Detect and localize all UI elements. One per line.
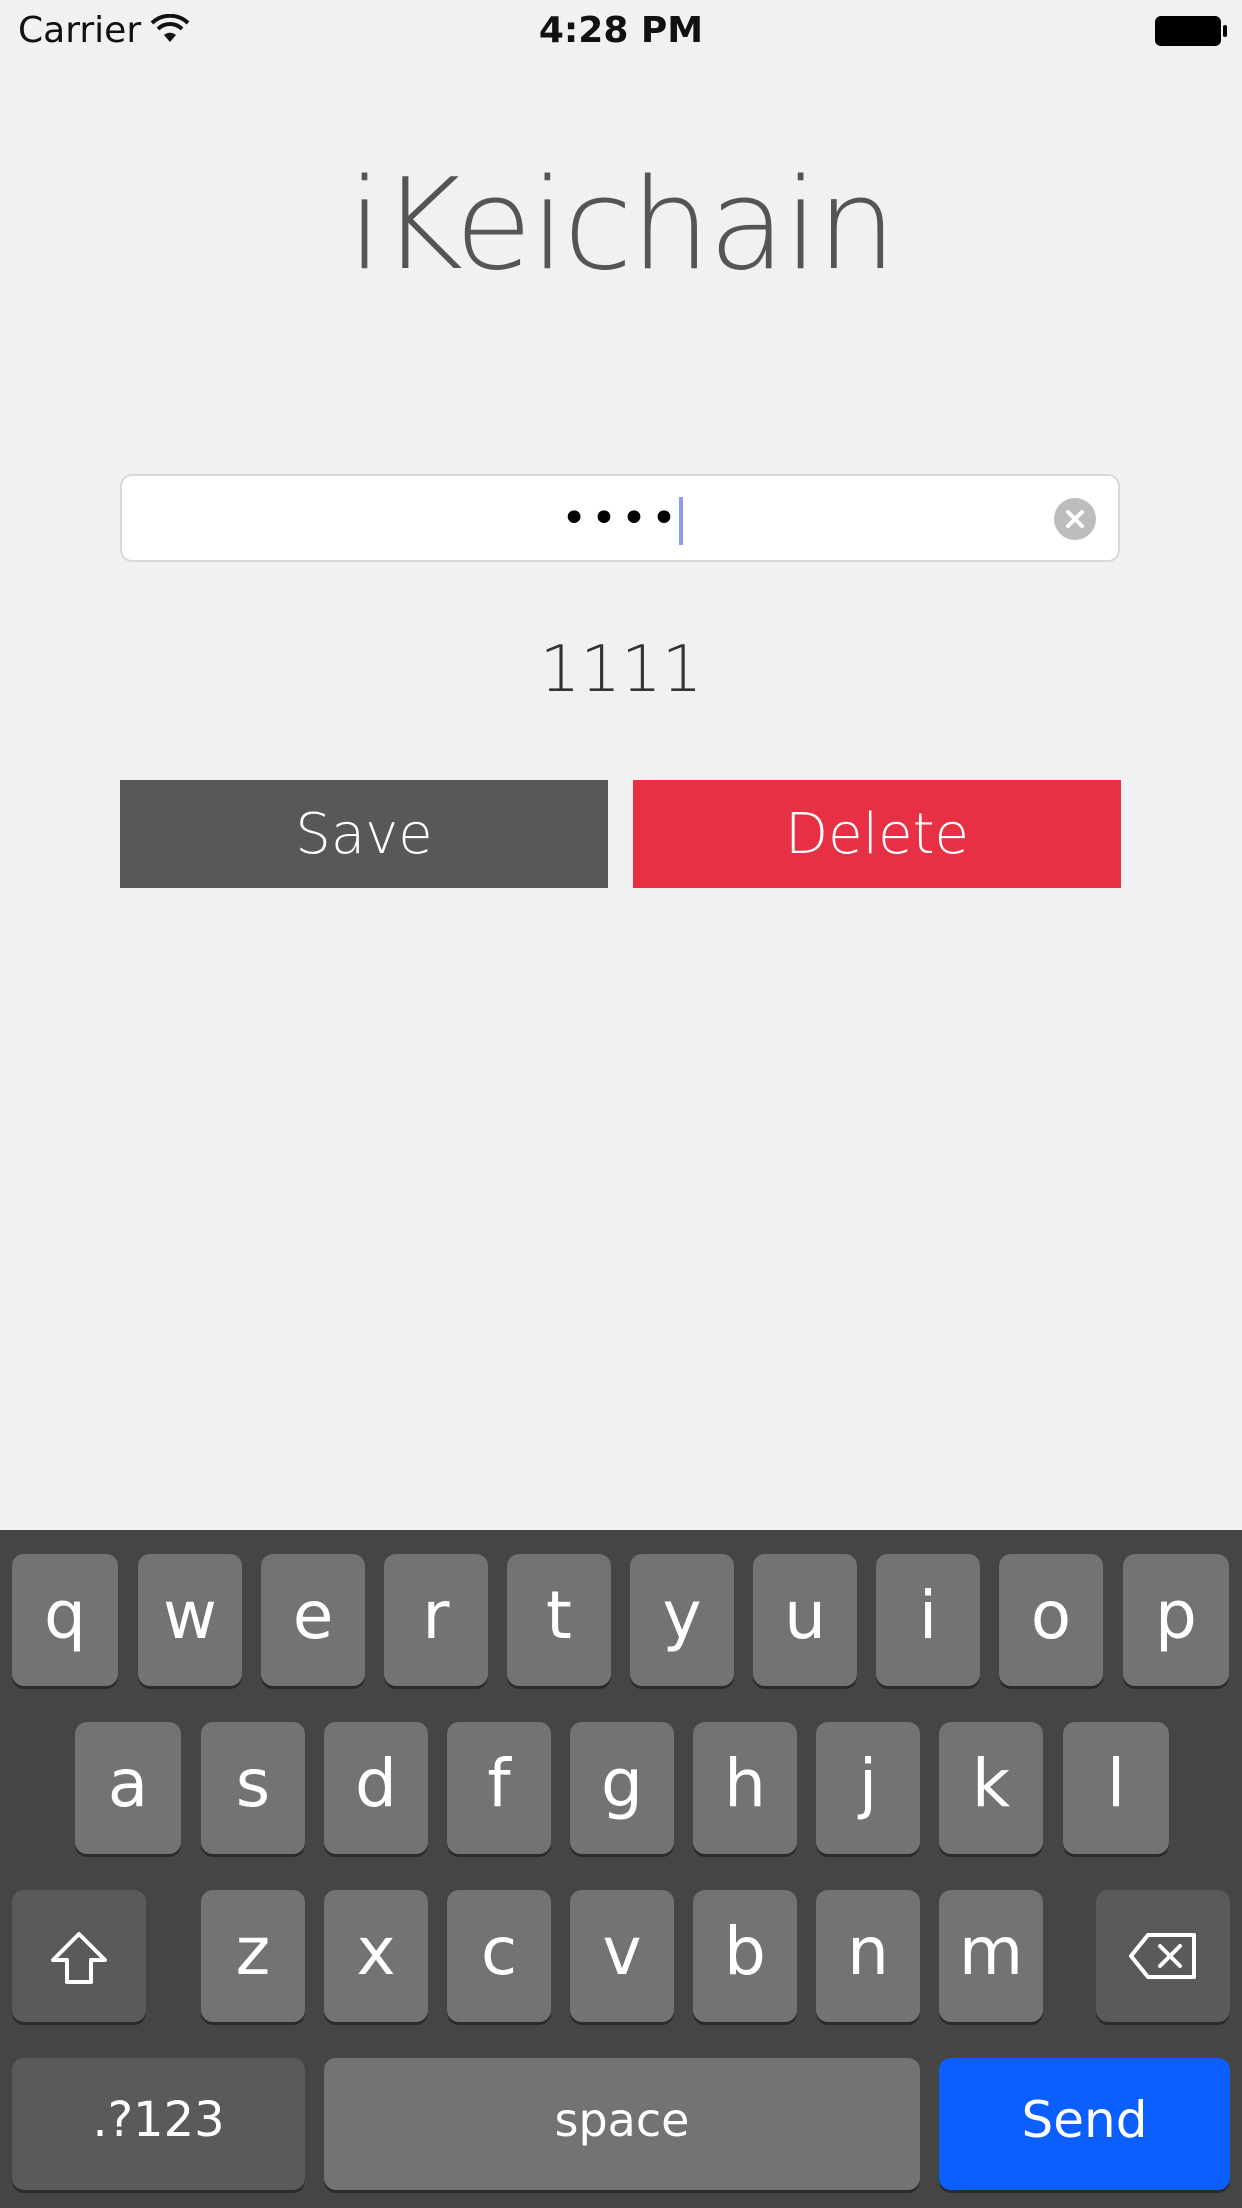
key-a[interactable]: a xyxy=(75,1722,181,1854)
text-caret xyxy=(678,497,683,545)
backspace-icon xyxy=(1129,1933,1196,1979)
keyboard: q w e r t y u i o p a s d f g h j k l z … xyxy=(0,1530,1242,2208)
key-x[interactable]: x xyxy=(324,1890,428,2022)
app-title: iKeichain xyxy=(347,151,896,298)
key-q[interactable]: q xyxy=(12,1554,118,1686)
backspace-key[interactable] xyxy=(1096,1890,1230,2022)
password-input[interactable]: •••• xyxy=(120,474,1120,562)
key-n[interactable]: n xyxy=(816,1890,920,2022)
key-u[interactable]: u xyxy=(753,1554,857,1686)
password-value: •••• xyxy=(122,476,1122,562)
shift-key[interactable] xyxy=(12,1890,146,2022)
key-s[interactable]: s xyxy=(201,1722,305,1854)
clear-icon[interactable] xyxy=(1054,498,1096,540)
key-b[interactable]: b xyxy=(693,1890,797,2022)
key-e[interactable]: e xyxy=(261,1554,365,1686)
save-button[interactable]: Save xyxy=(120,780,608,888)
key-z[interactable]: z xyxy=(201,1890,305,2022)
key-k[interactable]: k xyxy=(939,1722,1043,1854)
status-time: 4:28 PM xyxy=(538,10,704,51)
password-dots: •••• xyxy=(561,493,681,544)
key-r[interactable]: r xyxy=(384,1554,488,1686)
key-y[interactable]: y xyxy=(630,1554,734,1686)
space-key[interactable]: space xyxy=(324,2058,920,2190)
shift-icon xyxy=(51,1932,107,1984)
app-screen: Carrier 4:28 PM iKeichain •••• 1111 Save… xyxy=(0,0,1242,2208)
key-c[interactable]: c xyxy=(447,1890,551,2022)
key-v[interactable]: v xyxy=(570,1890,674,2022)
key-o[interactable]: o xyxy=(999,1554,1103,1686)
numbers-key[interactable]: .?123 xyxy=(12,2058,305,2190)
stored-value-label: 1111 xyxy=(539,633,703,707)
key-m[interactable]: m xyxy=(939,1890,1043,2022)
key-w[interactable]: w xyxy=(138,1554,242,1686)
key-i[interactable]: i xyxy=(876,1554,980,1686)
status-bar: Carrier 4:28 PM xyxy=(0,0,1242,62)
key-h[interactable]: h xyxy=(693,1722,797,1854)
key-j[interactable]: j xyxy=(816,1722,920,1854)
send-key[interactable]: Send xyxy=(939,2058,1230,2190)
battery-icon xyxy=(1155,16,1227,46)
key-f[interactable]: f xyxy=(447,1722,551,1854)
key-t[interactable]: t xyxy=(507,1554,611,1686)
key-p[interactable]: p xyxy=(1123,1554,1229,1686)
key-d[interactable]: d xyxy=(324,1722,428,1854)
key-l[interactable]: l xyxy=(1063,1722,1169,1854)
key-g[interactable]: g xyxy=(570,1722,674,1854)
delete-button[interactable]: Delete xyxy=(633,780,1121,888)
